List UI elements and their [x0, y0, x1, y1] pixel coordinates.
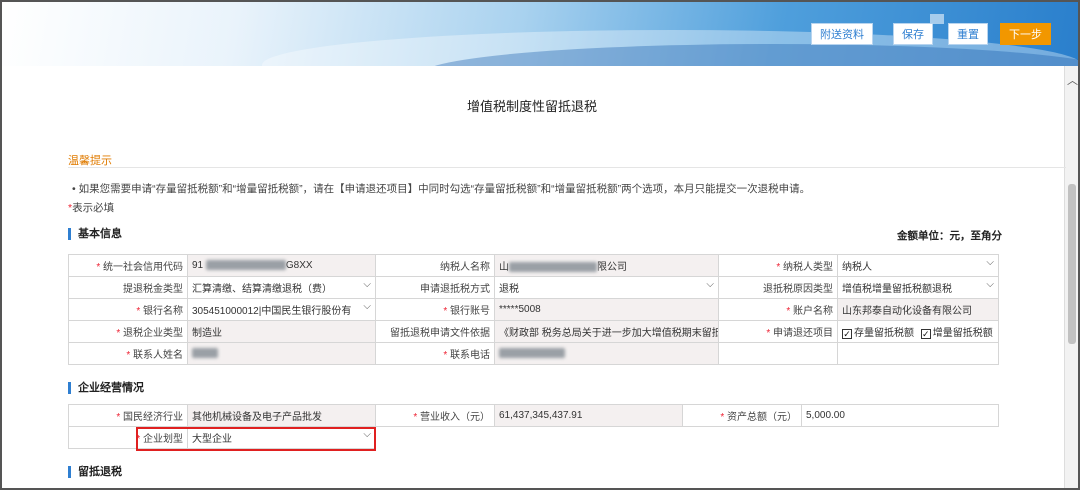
industry-field[interactable]: 其他机械设备及电子产品批发: [187, 404, 376, 427]
taxpayer-type-select[interactable]: 纳税人 ⌵: [837, 254, 999, 277]
empty-cell: [718, 342, 838, 365]
chevron-down-icon: ⌵: [986, 280, 994, 290]
refund-type-select[interactable]: 汇算清缴、结算清缴退税（费） ⌵: [187, 276, 376, 299]
enterprise-type-label: * 退税企业类型: [68, 320, 188, 343]
chevron-down-icon: ⌵: [363, 280, 371, 290]
basic-info-table: * 统一社会信用代码 91 G8XX 纳税人名称 山限公司 * 纳税人类型 纳税…: [68, 254, 999, 365]
revenue-label: * 营业收入（元）: [375, 404, 495, 427]
table-row: 提退税金类型 汇算清缴、结算清缴退税（费） ⌵ 申请退抵税方式 退税 ⌵ 退抵税原因…: [68, 276, 999, 299]
required-note-text: 表示必填: [72, 202, 115, 214]
attach-materials-button[interactable]: 附送资料: [811, 23, 873, 45]
industry-label: * 国民经济行业: [68, 404, 188, 427]
reason-type-select[interactable]: 增值税增量留抵税额退税 ⌵: [837, 276, 999, 299]
page-title: 增值税制度性留抵退税: [466, 99, 597, 114]
section-title-operation: 企业经营情况: [68, 382, 144, 394]
bank-name-select[interactable]: 305451000012|中国民生银行股份有 ⌵: [187, 298, 376, 321]
redacted-text: [205, 260, 286, 271]
tips-divider: [68, 167, 1066, 168]
chevron-down-icon: ⌵: [986, 258, 994, 268]
stock-credit-option-label: 存量留抵税额: [854, 328, 914, 339]
account-name-label: * 账户名称: [718, 298, 838, 321]
required-note: *表示必填: [68, 200, 114, 215]
enterprise-type-field[interactable]: 制造业: [187, 320, 376, 343]
reason-type-label: 退抵税原因类型: [718, 276, 838, 299]
contact-name-field[interactable]: [187, 342, 376, 365]
table-row: * 统一社会信用代码 91 G8XX 纳税人名称 山限公司 * 纳税人类型 纳税…: [68, 254, 999, 277]
deduct-method-select[interactable]: 退税 ⌵: [494, 276, 719, 299]
section-title-basic: 基本信息: [68, 228, 122, 240]
table-row: * 退税企业类型 制造业 留抵退税申请文件依据 《财政部 税务总局关于进一步加大…: [68, 320, 999, 343]
save-button[interactable]: 保存: [893, 23, 933, 45]
amount-unit-note: 金额单位：元，至角分: [897, 230, 1002, 242]
chevron-down-icon: ⌵: [706, 280, 714, 290]
basis-label: 留抵退税申请文件依据: [375, 320, 495, 343]
bank-account-label: * 银行账号: [375, 298, 495, 321]
assets-field[interactable]: 5,000.00: [801, 404, 999, 427]
refund-type-label: 提退税金类型: [68, 276, 188, 299]
vertical-scrollbar[interactable]: ︿: [1064, 66, 1078, 488]
credit-code-label: * 统一社会信用代码: [68, 254, 188, 277]
tips-text: • 如果您需要申请“存量留抵税额”和“增量留抵税额”，请在【申请退还项目】中同时…: [72, 183, 811, 195]
redacted-text: [192, 348, 218, 359]
deduct-method-label: 申请退抵税方式: [375, 276, 495, 299]
empty-cell: [837, 342, 999, 365]
refund-item-label: * 申请退还项目: [718, 320, 838, 343]
account-name-field[interactable]: 山东邦泰自动化设备有限公司: [837, 298, 999, 321]
table-row: * 国民经济行业 其他机械设备及电子产品批发 * 营业收入（元） 61,437,…: [68, 404, 999, 427]
table-row: * 联系人姓名 * 联系电话: [68, 342, 999, 365]
increment-credit-option-label: 增量留抵税额: [932, 328, 993, 339]
credit-code-field[interactable]: 91 G8XX: [187, 254, 376, 277]
revenue-field[interactable]: 61,437,345,437.91: [494, 404, 683, 427]
highlight-box: [136, 427, 376, 451]
contact-phone-label: * 联系电话: [375, 342, 495, 365]
contact-name-label: * 联系人姓名: [68, 342, 188, 365]
contact-phone-field[interactable]: [494, 342, 719, 365]
scrollbar-thumb[interactable]: [1068, 184, 1076, 344]
reset-button[interactable]: 重置: [948, 23, 988, 45]
empty-cell: [375, 426, 999, 449]
basis-field[interactable]: 《财政部 税务总局关于进一步加大增值税期末留抵退: [494, 320, 719, 343]
tips-title: 温馨提示: [68, 155, 112, 167]
taxpayer-name-field[interactable]: 山限公司: [494, 254, 719, 277]
bank-name-label: * 银行名称: [68, 298, 188, 321]
refund-item-options: ✓ 存量留抵税额 ✓ 增量留抵税额: [837, 320, 999, 343]
bank-account-field[interactable]: *****5008: [494, 298, 719, 321]
table-row: * 银行名称 305451000012|中国民生银行股份有 ⌵ * 银行账号 **…: [68, 298, 999, 321]
taxpayer-type-label: * 纳税人类型: [718, 254, 838, 277]
assets-label: * 资产总额（元）: [682, 404, 802, 427]
taxpayer-name-label: 纳税人名称: [375, 254, 495, 277]
increment-credit-checkbox[interactable]: ✓: [920, 329, 931, 339]
section-title-refund: 留抵退税: [68, 466, 122, 478]
scroll-up-arrow-icon[interactable]: ︿: [1067, 72, 1078, 88]
redacted-text: [509, 262, 597, 273]
stock-credit-checkbox[interactable]: ✓: [842, 329, 852, 339]
redacted-text: [499, 348, 565, 359]
chevron-down-icon: ⌵: [363, 302, 371, 312]
next-step-button[interactable]: 下一步: [1000, 23, 1051, 45]
